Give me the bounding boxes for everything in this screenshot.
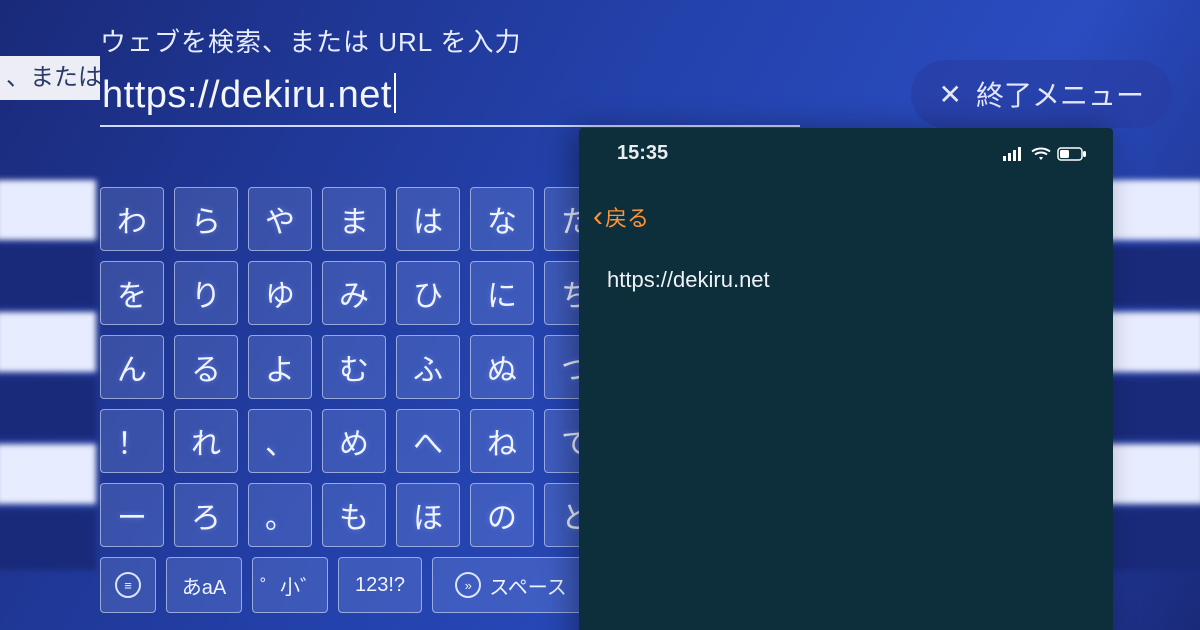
- background-address-fragment: 、または: [0, 56, 100, 100]
- kana-key[interactable]: ま: [322, 187, 386, 251]
- kana-key[interactable]: わ: [100, 187, 164, 251]
- play-icon: »: [455, 572, 481, 598]
- kana-key[interactable]: ふ: [396, 335, 460, 399]
- text-caret: [394, 73, 396, 113]
- kana-key[interactable]: ほ: [396, 483, 460, 547]
- back-button[interactable]: ‹ 戻る: [579, 171, 1113, 243]
- kana-key[interactable]: 、: [248, 409, 312, 473]
- phone-status-bar: 15:35: [579, 128, 1113, 171]
- kana-key[interactable]: ろ: [174, 483, 238, 547]
- kana-key[interactable]: む: [322, 335, 386, 399]
- kana-key[interactable]: ！: [100, 409, 164, 473]
- exit-menu-button[interactable]: ✕ 終了メニュー: [911, 60, 1172, 128]
- right-blur-strip: [1104, 180, 1200, 630]
- kana-key[interactable]: ん: [100, 335, 164, 399]
- close-icon: ✕: [939, 78, 962, 111]
- space-key[interactable]: » スペース: [432, 557, 590, 613]
- kana-key[interactable]: る: [174, 335, 238, 399]
- kana-key[interactable]: れ: [174, 409, 238, 473]
- url-input[interactable]: https://dekiru.net: [100, 69, 800, 127]
- status-time: 15:35: [617, 142, 668, 165]
- small-kana-key[interactable]: ゜小゛: [252, 557, 328, 613]
- kana-key[interactable]: ら: [174, 187, 238, 251]
- kana-key[interactable]: に: [470, 261, 534, 325]
- back-label: 戻る: [605, 201, 649, 233]
- kana-key[interactable]: み: [322, 261, 386, 325]
- kana-key[interactable]: や: [248, 187, 312, 251]
- kana-key[interactable]: り: [174, 261, 238, 325]
- status-icons: [1003, 147, 1087, 161]
- url-value: https://dekiru.net: [102, 74, 392, 116]
- battery-icon: [1057, 147, 1087, 161]
- kana-key[interactable]: よ: [248, 335, 312, 399]
- cellular-icon: [1003, 147, 1025, 161]
- input-mode-key[interactable]: あaA: [166, 557, 242, 613]
- kana-key[interactable]: ひ: [396, 261, 460, 325]
- kana-key[interactable]: ぬ: [470, 335, 534, 399]
- phone-overlay: 15:35 ‹ 戻る https://dekiru.net: [579, 128, 1113, 630]
- kana-key[interactable]: ゆ: [248, 261, 312, 325]
- number-symbol-key[interactable]: 123!?: [338, 557, 422, 613]
- kana-key[interactable]: の: [470, 483, 534, 547]
- globe-key[interactable]: ≡: [100, 557, 156, 613]
- chevron-left-icon: ‹: [593, 207, 603, 227]
- kana-key[interactable]: へ: [396, 409, 460, 473]
- kana-key[interactable]: ー: [100, 483, 164, 547]
- kana-key[interactable]: 。: [248, 483, 312, 547]
- kana-key[interactable]: を: [100, 261, 164, 325]
- kana-key[interactable]: め: [322, 409, 386, 473]
- kana-key[interactable]: な: [470, 187, 534, 251]
- space-label: スペース: [489, 571, 567, 600]
- phone-body-text[interactable]: https://dekiru.net: [579, 243, 1113, 317]
- kana-key[interactable]: も: [322, 483, 386, 547]
- url-prompt-label: ウェブを検索、または URL を入力: [100, 22, 800, 59]
- kana-key[interactable]: ね: [470, 409, 534, 473]
- wifi-icon: [1031, 147, 1051, 161]
- exit-menu-label: 終了メニュー: [976, 74, 1144, 114]
- left-blur-strip: [0, 180, 96, 630]
- kana-key[interactable]: は: [396, 187, 460, 251]
